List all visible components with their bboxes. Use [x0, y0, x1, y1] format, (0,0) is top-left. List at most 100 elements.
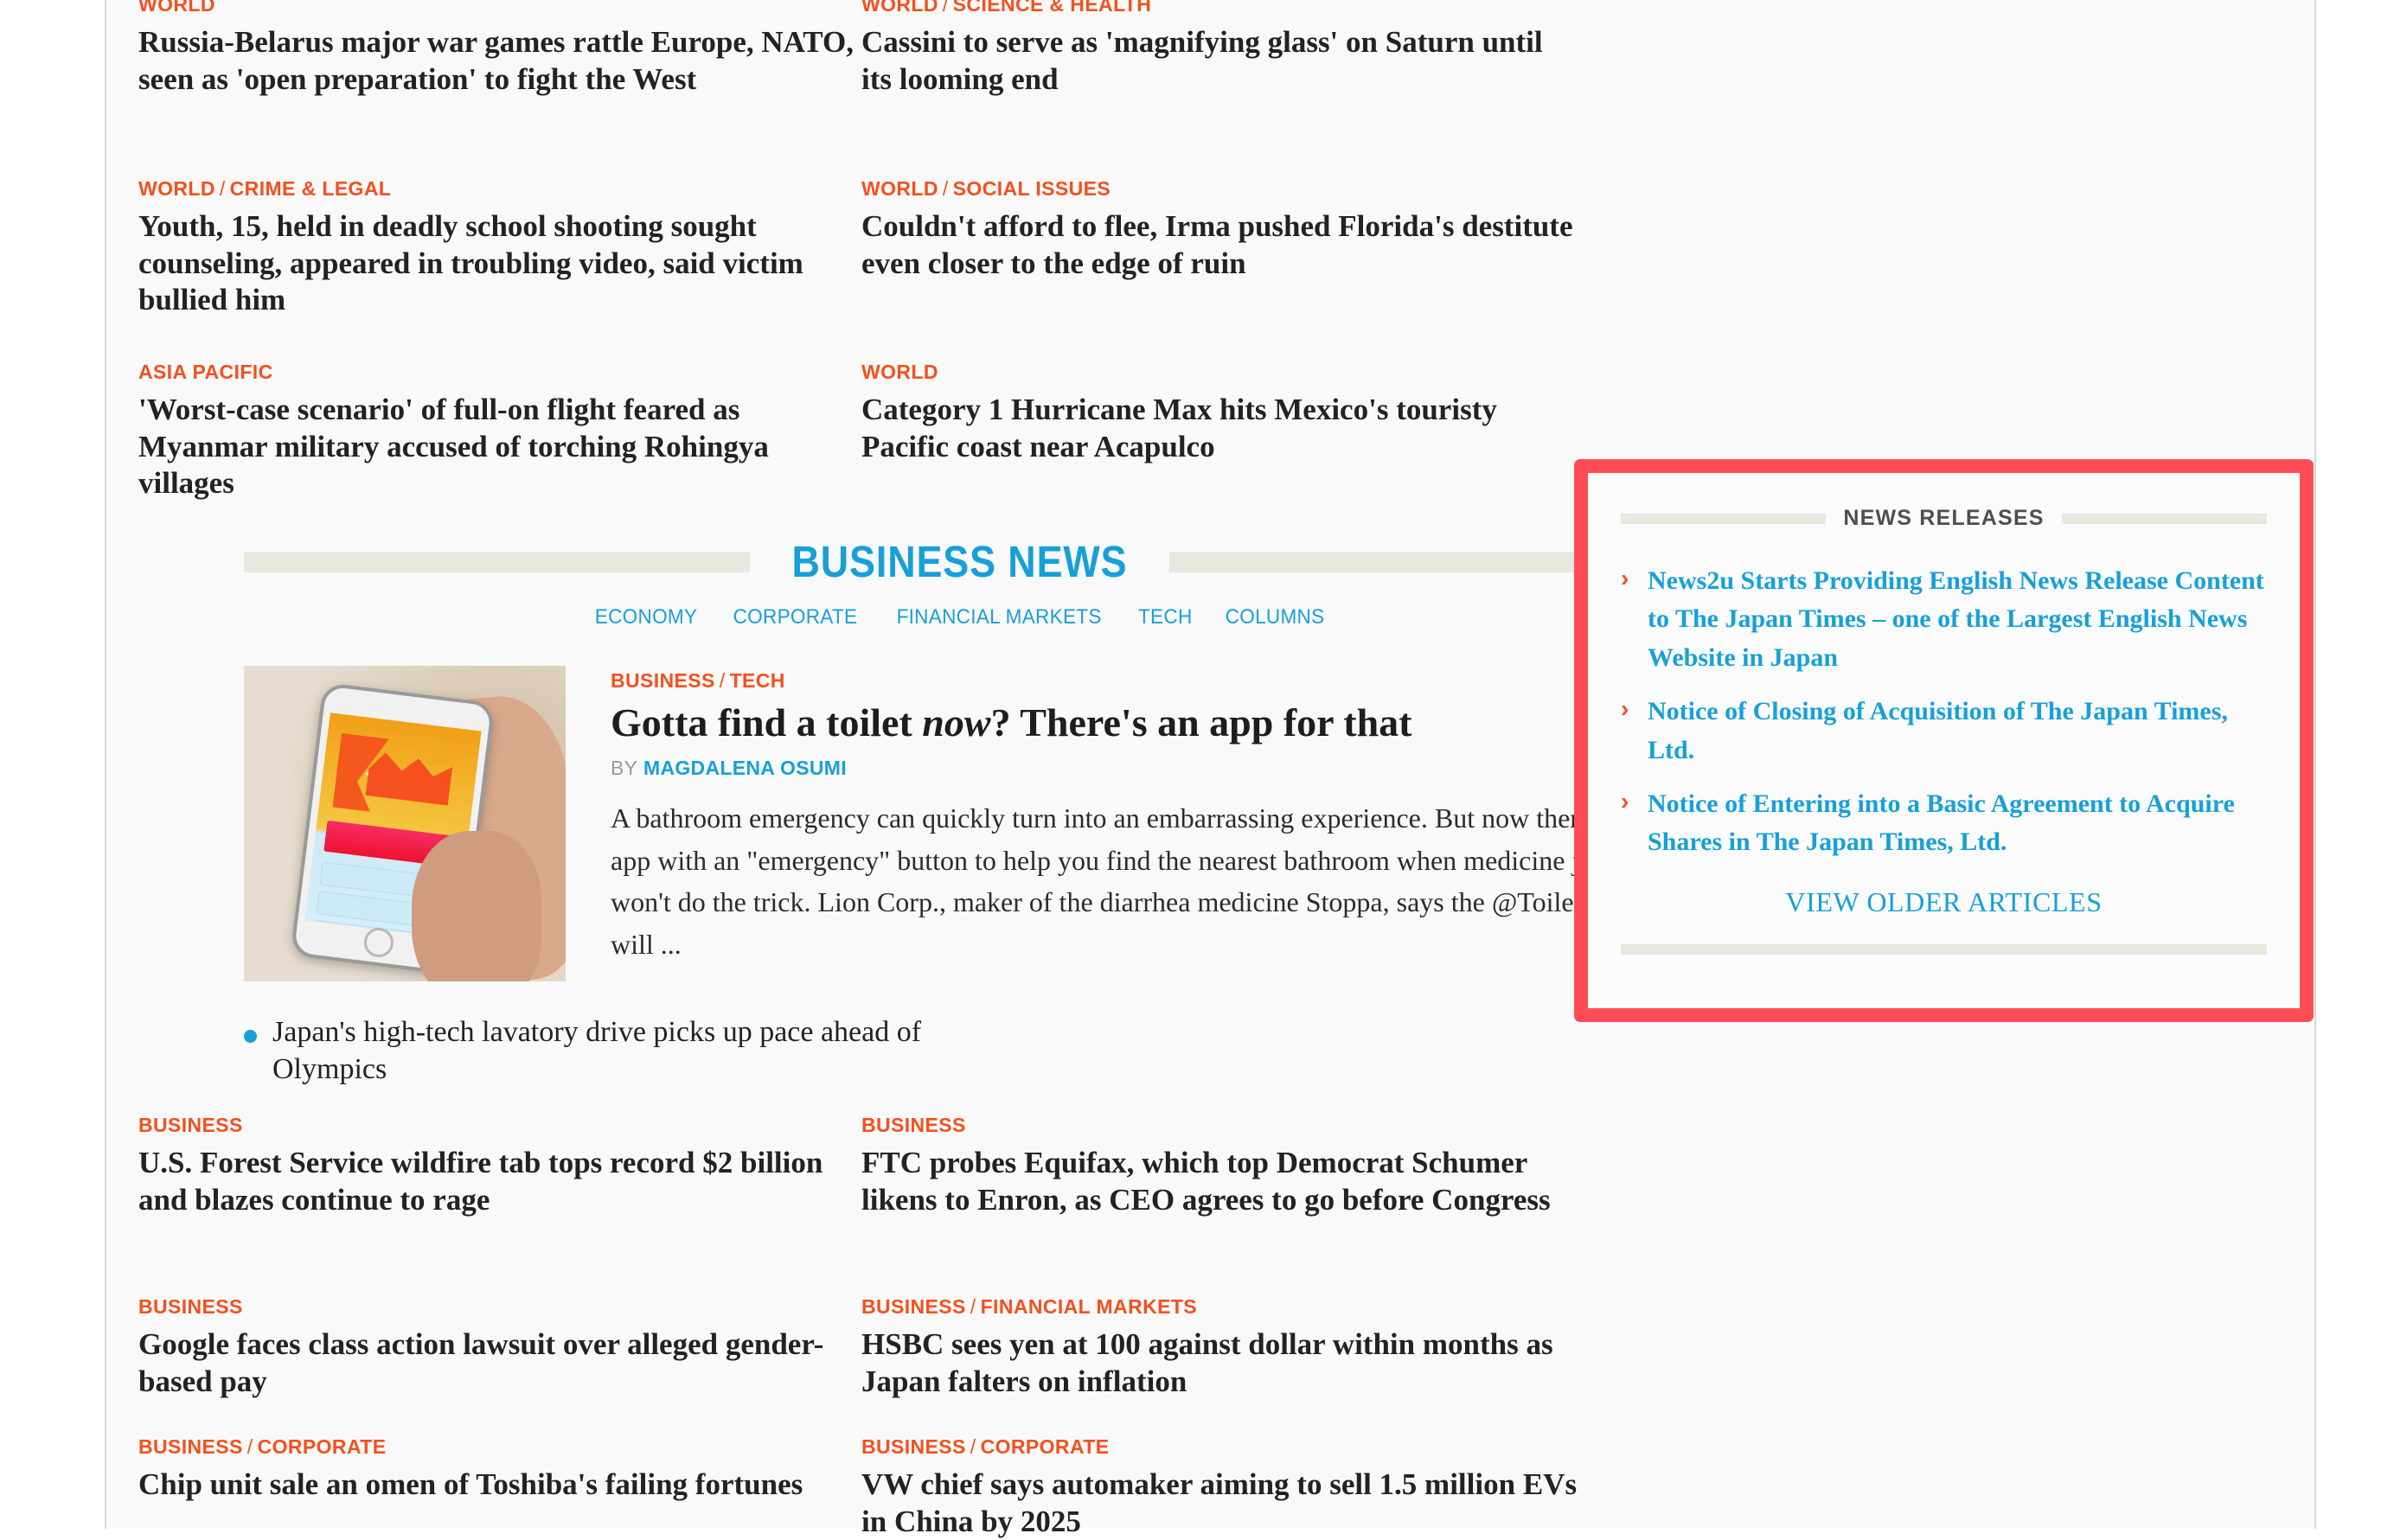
headline[interactable]: Cassini to serve as 'magnifying glass' o…	[861, 24, 1579, 98]
headline[interactable]: Russia-Belarus major war games rattle Eu…	[138, 24, 856, 98]
kicker-subcategory[interactable]: FINANCIAL MARKETS	[981, 1295, 1197, 1318]
kicker-category[interactable]: WORLD	[861, 177, 938, 200]
headline[interactable]: Couldn't afford to flee, Irma pushed Flo…	[861, 208, 1579, 282]
news-item[interactable]: ASIA PACIFIC 'Worst-case scenario' of fu…	[138, 361, 856, 502]
kicker-subcategory[interactable]: CORPORATE	[981, 1435, 1110, 1458]
kicker-subcategory[interactable]: SOCIAL ISSUES	[953, 177, 1111, 200]
bullet-dot-icon	[244, 1030, 257, 1043]
headline[interactable]: FTC probes Equifax, which top Democrat S…	[861, 1145, 1579, 1218]
rule-right	[2061, 513, 2267, 524]
news-item[interactable]: WORLD Russia-Belarus major war games rat…	[138, 0, 856, 98]
kicker: WORLD / SCIENCE & HEALTH	[861, 0, 1579, 16]
kicker: BUSINESS	[138, 1114, 856, 1137]
kicker-category[interactable]: BUSINESS	[611, 669, 715, 692]
byline: BY MAGDALENA OSUMI	[611, 757, 1675, 780]
kicker-category[interactable]: BUSINESS	[138, 1435, 243, 1458]
kicker-category[interactable]: ASIA PACIFIC	[138, 361, 273, 383]
subnav-item-corporate[interactable]: CORPORATE	[733, 605, 857, 629]
kicker: WORLD / SOCIAL ISSUES	[861, 177, 1579, 201]
news-item[interactable]: BUSINESS / CORPORATE Chip unit sale an ome…	[138, 1435, 856, 1504]
kicker: WORLD	[138, 0, 856, 16]
kicker: BUSINESS	[138, 1295, 856, 1319]
kicker-subcategory[interactable]: TECH	[730, 669, 785, 692]
kicker-subcategory[interactable]: CRIME & LEGAL	[230, 177, 392, 200]
headline[interactable]: Chip unit sale an omen of Toshiba's fail…	[138, 1467, 856, 1504]
kicker-category[interactable]: WORLD	[138, 177, 215, 200]
news-release-link[interactable]: News2u Starts Providing English News Rel…	[1648, 562, 2267, 677]
chevron-right-icon: ›	[1621, 565, 1629, 591]
news-release-item[interactable]: › News2u Starts Providing English News R…	[1621, 562, 2267, 677]
headline-part-1: Gotta find a toilet	[611, 700, 923, 744]
kicker-category[interactable]: WORLD	[861, 0, 938, 16]
rule-left	[1621, 513, 1827, 524]
view-older-articles-container: VIEW OLDER ARTICLES	[1621, 886, 2267, 918]
byline-author[interactable]: MAGDALENA OSUMI	[643, 757, 847, 779]
news-release-item[interactable]: › Notice of Closing of Acquisition of Th…	[1621, 693, 2267, 770]
news-releases-inner: NEWS RELEASES › News2u Starts Providing …	[1588, 473, 2300, 1008]
kicker: ASIA PACIFIC	[138, 361, 856, 384]
headline[interactable]: U.S. Forest Service wildfire tab tops re…	[138, 1145, 856, 1218]
subnav-item-economy[interactable]: ECONOMY	[594, 605, 697, 629]
subnav-item-columns[interactable]: COLUMNS	[1226, 605, 1325, 629]
news-release-item[interactable]: › Notice of Entering into a Basic Agreem…	[1621, 785, 2267, 862]
news-release-link[interactable]: Notice of Entering into a Basic Agreemen…	[1648, 785, 2267, 862]
kicker: BUSINESS / FINANCIAL MARKETS	[861, 1295, 1579, 1319]
kicker-category[interactable]: BUSINESS	[861, 1114, 966, 1136]
related-article-label[interactable]: Japan's high-tech lavatory drive picks u…	[272, 1014, 1022, 1089]
news-item[interactable]: WORLD / CRIME & LEGAL Youth, 15, held in d…	[138, 177, 856, 319]
kicker-subcategory[interactable]: CORPORATE	[258, 1435, 387, 1458]
kicker-separator: /	[970, 1295, 976, 1318]
news-item[interactable]: BUSINESS / CORPORATE VW chief says automak…	[861, 1435, 1579, 1540]
subnav-item-financial-markets[interactable]: FINANCIAL MARKETS	[896, 605, 1101, 629]
view-older-articles-link[interactable]: VIEW OLDER ARTICLES	[1785, 886, 2102, 917]
news-item[interactable]: BUSINESS Google faces class action lawsu…	[138, 1295, 856, 1400]
chevron-right-icon: ›	[1621, 695, 1629, 723]
kicker-subcategory[interactable]: SCIENCE & HEALTH	[953, 0, 1152, 16]
kicker-category[interactable]: WORLD	[138, 0, 215, 16]
kicker-category[interactable]: BUSINESS	[138, 1295, 243, 1318]
news-item[interactable]: BUSINESS FTC probes Equifax, which top D…	[861, 1114, 1579, 1218]
news-releases-panel: NEWS RELEASES › News2u Starts Providing …	[1574, 459, 2314, 1022]
kicker-separator: /	[246, 1435, 253, 1458]
headline[interactable]: Category 1 Hurricane Max hits Mexico's t…	[861, 392, 1579, 465]
kicker-category[interactable]: WORLD	[861, 361, 938, 383]
kicker: WORLD	[861, 361, 1579, 384]
news-item[interactable]: WORLD Category 1 Hurricane Max hits Mexi…	[861, 361, 1579, 465]
kicker-category[interactable]: BUSINESS	[861, 1435, 966, 1458]
kicker-separator: /	[970, 1435, 976, 1458]
business-subnav: ECONOMY CORPORATE FINANCIAL MARKETS TECH…	[244, 605, 1675, 629]
headline[interactable]: VW chief says automaker aiming to sell 1…	[861, 1467, 1579, 1540]
kicker: BUSINESS / TECH	[611, 669, 1675, 693]
headline[interactable]: 'Worst-case scenario' of full-on flight …	[138, 392, 856, 502]
chevron-right-icon: ›	[1621, 787, 1629, 815]
kicker-separator: /	[942, 177, 949, 200]
kicker: BUSINESS / CORPORATE	[138, 1435, 856, 1459]
headline[interactable]: HSBC sees yen at 100 against dollar with…	[861, 1326, 1579, 1400]
news-item[interactable]: WORLD / SOCIAL ISSUES Couldn't afford to f…	[861, 177, 1579, 282]
news-release-link[interactable]: Notice of Closing of Acquisition of The …	[1648, 693, 2267, 770]
subnav-item-tech[interactable]: TECH	[1138, 605, 1193, 629]
featured-headline[interactable]: Gotta find a toilet now? There's an app …	[611, 700, 1675, 746]
news-item[interactable]: BUSINESS U.S. Forest Service wildfire ta…	[138, 1114, 856, 1218]
section-title: BUSINESS NEWS	[791, 537, 1128, 586]
phone-home-button-icon	[362, 926, 395, 959]
related-article-bullet[interactable]: Japan's high-tech lavatory drive picks u…	[244, 1014, 1022, 1089]
kicker-separator: /	[942, 0, 949, 16]
kicker-separator: /	[719, 669, 726, 692]
headline[interactable]: Youth, 15, held in deadly school shootin…	[138, 208, 856, 319]
byline-label: BY	[611, 756, 638, 779]
featured-article-thumbnail[interactable]	[244, 666, 566, 981]
kicker: BUSINESS / CORPORATE	[861, 1435, 1579, 1459]
rule-left	[244, 551, 751, 572]
news-item[interactable]: WORLD / SCIENCE & HEALTH Cassini to serve …	[861, 0, 1579, 98]
page-root: WORLD Russia-Belarus major war games rat…	[0, 0, 2394, 1538]
kicker-category[interactable]: BUSINESS	[138, 1114, 243, 1136]
headline[interactable]: Google faces class action lawsuit over a…	[138, 1326, 856, 1400]
kicker-category[interactable]: BUSINESS	[861, 1295, 966, 1318]
featured-article-body: BUSINESS / TECH Gotta find a toilet now? T…	[611, 666, 1675, 981]
news-item[interactable]: BUSINESS / FINANCIAL MARKETS HSBC sees yen…	[861, 1295, 1579, 1400]
business-news-section-header: BUSINESS NEWS	[244, 536, 1675, 587]
featured-summary: A bathroom emergency can quickly turn in…	[611, 802, 1641, 960]
news-releases-title: NEWS RELEASES	[1843, 506, 2045, 530]
featured-article: BUSINESS / TECH Gotta find a toilet now? T…	[244, 666, 1675, 981]
